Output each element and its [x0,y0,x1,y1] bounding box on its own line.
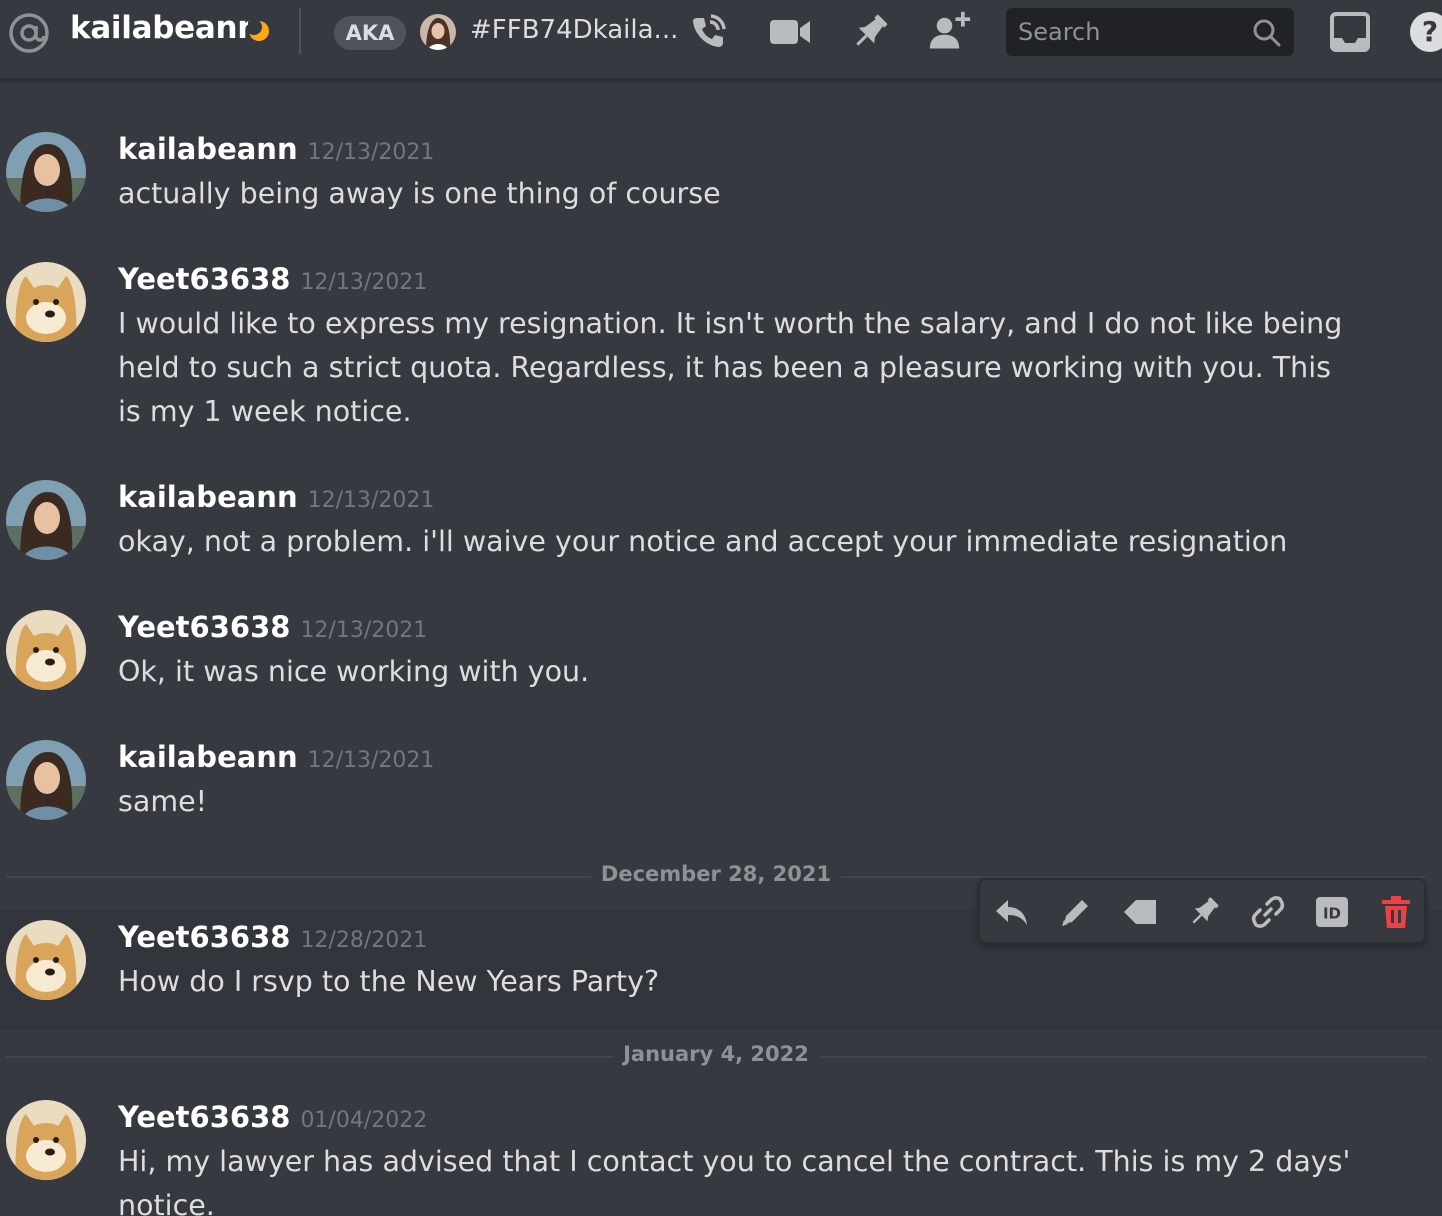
search-icon [1253,19,1281,47]
moon-icon [248,20,269,41]
message-timestamp: 12/28/2021 [300,928,428,953]
message-timestamp: 12/13/2021 [307,488,435,513]
message-author[interactable]: Yeet63638 [118,610,290,644]
message-timestamp: 12/13/2021 [300,618,428,643]
add-friend-icon[interactable] [928,10,972,54]
message-content: okay, not a problem. i'll waive your not… [118,525,1288,558]
message-author[interactable]: Yeet63638 [118,920,290,954]
message-author[interactable]: Yeet63638 [118,1100,290,1134]
search-input[interactable] [1018,14,1248,50]
message-timestamp: 01/04/2022 [300,1108,428,1133]
doge-avatar[interactable] [6,1100,86,1180]
tag-icon[interactable] [1120,892,1160,932]
date-divider-label: December 28, 2021 [590,862,842,886]
message-item[interactable]: Yeet63638 01/04/2022 Hi, my lawyer has ad… [0,1088,1442,1216]
phone-call-icon[interactable] [686,10,730,54]
search-box[interactable] [1006,8,1294,56]
nickname-text[interactable]: #FFB74Dkaila... [470,15,678,45]
date-divider: January 4, 2022 [6,1042,1426,1066]
message-author[interactable]: kailabeann [118,480,298,514]
doge-avatar[interactable] [6,262,86,342]
message-content: Ok, it was nice working with you. [118,655,590,688]
message-timestamp: 12/13/2021 [307,140,435,165]
message-author[interactable]: Yeet63638 [118,262,290,296]
video-call-icon[interactable] [768,10,812,54]
user-photo-avatar[interactable] [6,132,86,212]
message-item[interactable]: Yeet63638 12/13/2021 Ok, it was nice work… [0,598,1442,708]
inbox-icon[interactable] [1328,10,1372,54]
delete-icon[interactable] [1376,892,1416,932]
date-divider-label: January 4, 2022 [613,1042,819,1066]
user-photo-avatar[interactable] [6,480,86,560]
doge-avatar[interactable] [6,920,86,1000]
message-content: I would like to express my resignation. … [118,307,1343,428]
message-content: actually being away is one thing of cour… [118,177,721,210]
doge-avatar[interactable] [6,610,86,690]
message-item[interactable]: kailabeann 12/13/2021 actually being away… [0,120,1442,230]
message-author[interactable]: kailabeann [118,740,298,774]
message-author[interactable]: kailabeann [118,132,298,166]
dm-username[interactable]: kailabeann [70,10,259,46]
edit-icon[interactable] [1056,892,1096,932]
channel-header: kailabeann AKA #FFB74Dkaila... Search ? [0,0,1442,80]
reply-icon[interactable] [992,892,1032,932]
message-content: How do I rsvp to the New Years Party? [118,965,660,998]
pin-icon[interactable] [848,10,892,54]
message-item[interactable]: kailabeann 12/13/2021 okay, not a problem… [0,468,1442,578]
header-divider [299,8,301,54]
copy-id-icon[interactable]: ID [1312,892,1352,932]
message-timestamp: 12/13/2021 [300,270,428,295]
message-actions-toolbar: ID [978,878,1426,944]
help-icon[interactable]: ? [1410,12,1442,52]
message-item[interactable]: Yeet63638 12/13/2021 I would like to expr… [0,250,1442,450]
link-icon[interactable] [1248,892,1288,932]
at-icon [9,13,49,53]
pin-icon[interactable] [1184,892,1224,932]
message-content: same! [118,785,208,818]
message-item[interactable]: kailabeann 12/13/2021 same! [0,728,1442,838]
nickname-avatar [420,14,456,50]
user-photo-avatar[interactable] [6,740,86,820]
aka-badge[interactable]: AKA [334,16,406,50]
message-content: Hi, my lawyer has advised that I contact… [118,1145,1351,1216]
copy-id-label: ID [1323,905,1341,923]
message-timestamp: 12/13/2021 [307,748,435,773]
